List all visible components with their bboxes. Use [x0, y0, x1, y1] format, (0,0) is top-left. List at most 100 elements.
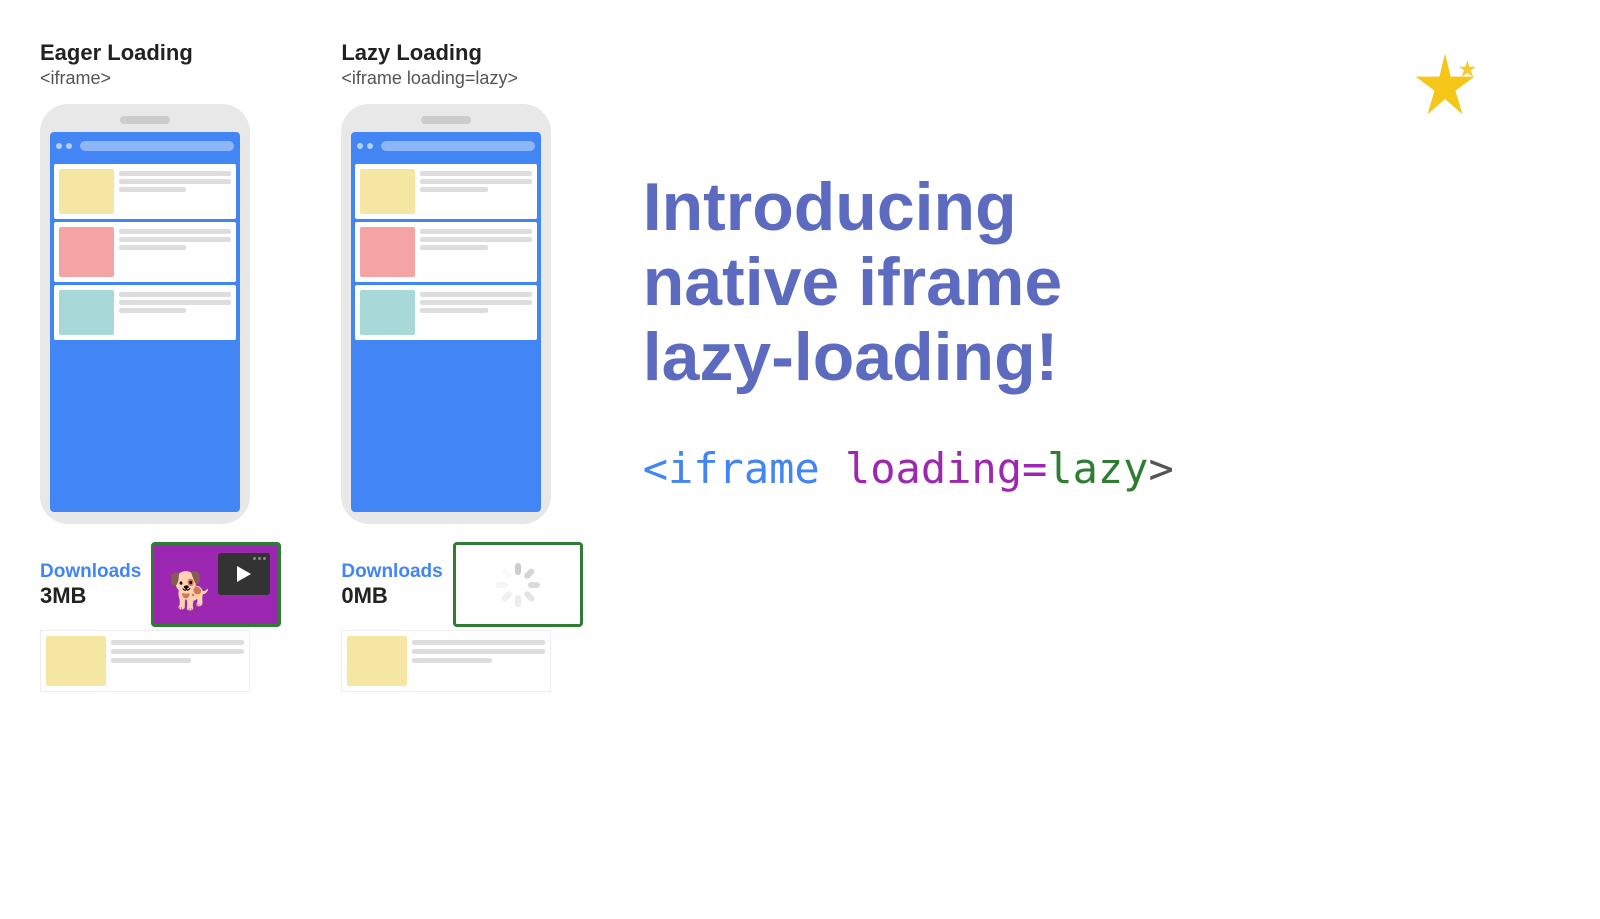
- content-area-lazy: [351, 160, 541, 512]
- introducing-text: Introducing native iframe lazy-loading!: [643, 170, 1063, 394]
- line3: [119, 308, 186, 313]
- card-3-eager: [54, 285, 236, 340]
- intro-line2: native iframe: [643, 245, 1063, 320]
- line1: [119, 229, 231, 234]
- bline1: [412, 640, 545, 645]
- line1: [420, 229, 532, 234]
- lazy-label: Lazy Loading <iframe loading=lazy>: [341, 40, 518, 89]
- card-lines-3: [119, 290, 231, 313]
- line2: [119, 300, 231, 305]
- content-area-eager: [50, 160, 240, 512]
- spinner-icon: [488, 555, 548, 615]
- line2: [119, 237, 231, 242]
- browser-bar-eager: [50, 132, 240, 160]
- line2: [420, 237, 532, 242]
- address-bar-lazy: [381, 141, 535, 151]
- code-suffix: >: [1148, 444, 1173, 493]
- lazy-subtitle: <iframe loading=lazy>: [341, 68, 518, 89]
- eager-phone: [40, 104, 250, 524]
- card-img-2-lazy: [360, 227, 415, 277]
- below-phone-lazy: [341, 630, 551, 692]
- eager-title: Eager Loading: [40, 40, 193, 66]
- card-lines-1: [119, 169, 231, 192]
- player-dots: [253, 557, 266, 560]
- eager-column: Eager Loading <iframe>: [40, 40, 281, 692]
- sparkle-area: [1410, 50, 1480, 120]
- below-img-eager: [46, 636, 106, 686]
- card-2-lazy: [355, 222, 537, 282]
- code-tag-display: <iframe loading=lazy>: [643, 444, 1174, 493]
- below-phone-eager: [40, 630, 250, 692]
- card-img-3-lazy: [360, 290, 415, 335]
- line2: [420, 179, 532, 184]
- phone-notch-eager: [120, 116, 170, 124]
- line2: [420, 300, 532, 305]
- lazy-download-section: Downloads 0MB: [341, 542, 582, 627]
- line3: [420, 308, 487, 313]
- below-img-lazy: [347, 636, 407, 686]
- line1: [119, 292, 231, 297]
- lazy-downloads-label: Downloads: [341, 561, 442, 583]
- bline1: [111, 640, 244, 645]
- main-container: Eager Loading <iframe>: [0, 0, 1600, 919]
- intro-line1: Introducing: [643, 170, 1063, 245]
- dog-icon: 🐕: [168, 570, 213, 612]
- line3: [119, 187, 186, 192]
- below-lines-eager: [111, 636, 244, 686]
- lazy-screen: [351, 132, 541, 512]
- card-2-eager: [54, 222, 236, 282]
- diagrams-section: Eager Loading <iframe>: [40, 40, 583, 692]
- phone-notch-lazy: [421, 116, 471, 124]
- card-3-lazy: [355, 285, 537, 340]
- bline3: [412, 658, 492, 663]
- dot1: [56, 143, 62, 149]
- card-lines-2-lazy: [420, 227, 532, 250]
- sparkle-icon: [1410, 50, 1480, 120]
- lazy-title: Lazy Loading: [341, 40, 518, 66]
- bline3: [111, 658, 191, 663]
- address-bar-eager: [80, 141, 234, 151]
- eager-download-info: Downloads 3MB: [40, 561, 141, 609]
- dot2: [66, 143, 72, 149]
- bline2: [412, 649, 545, 654]
- browser-bar-lazy: [351, 132, 541, 160]
- eager-label: Eager Loading <iframe>: [40, 40, 193, 89]
- line1: [119, 171, 231, 176]
- bline2: [111, 649, 244, 654]
- dot1: [357, 143, 363, 149]
- youtube-preview: 🐕: [151, 542, 281, 627]
- eager-subtitle: <iframe>: [40, 68, 193, 89]
- code-attr-name: loading=: [845, 444, 1047, 493]
- card-img-2: [59, 227, 114, 277]
- right-section: Introducing native iframe lazy-loading! …: [583, 30, 1560, 493]
- card-img-1-lazy: [360, 169, 415, 214]
- eager-download-size: 3MB: [40, 583, 141, 609]
- eager-downloads-label: Downloads: [40, 561, 141, 583]
- below-lines-lazy: [412, 636, 545, 686]
- video-player: [218, 553, 270, 595]
- code-attr-value: lazy: [1047, 444, 1148, 493]
- card-img-1: [59, 169, 114, 214]
- line3: [420, 187, 487, 192]
- line3: [119, 245, 186, 250]
- eager-screen: [50, 132, 240, 512]
- line1: [420, 171, 532, 176]
- line2: [119, 179, 231, 184]
- card-img-3: [59, 290, 114, 335]
- card-lines-1-lazy: [420, 169, 532, 192]
- play-button-icon: [237, 566, 251, 582]
- code-prefix: <iframe: [643, 444, 845, 493]
- eager-download-section: Downloads 3MB 🐕: [40, 542, 281, 627]
- lazy-download-size: 0MB: [341, 583, 442, 609]
- intro-line3: lazy-loading!: [643, 320, 1063, 395]
- card-lines-3-lazy: [420, 290, 532, 313]
- card-1-lazy: [355, 164, 537, 219]
- lazy-download-info: Downloads 0MB: [341, 561, 442, 609]
- spinner-placeholder: [453, 542, 583, 627]
- card-1-eager: [54, 164, 236, 219]
- line1: [420, 292, 532, 297]
- dot2: [367, 143, 373, 149]
- line3: [420, 245, 487, 250]
- lazy-column: Lazy Loading <iframe loading=lazy>: [341, 40, 582, 692]
- lazy-phone: [341, 104, 551, 524]
